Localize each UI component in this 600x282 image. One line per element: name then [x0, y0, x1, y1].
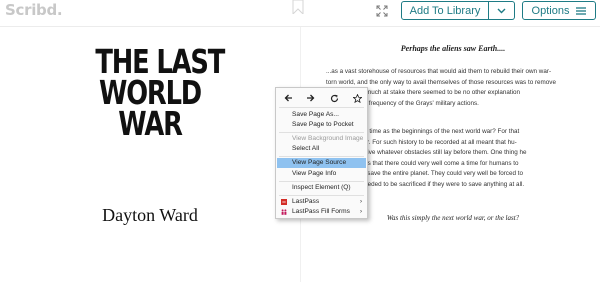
menu-separator	[279, 195, 364, 196]
menu-separator	[279, 132, 364, 133]
menu-item-view-background-image: View Background Image	[292, 135, 364, 142]
book-cover-author: Dayton Ward	[102, 205, 198, 225]
menu-item-inspect-element[interactable]: Inspect Element (Q)	[277, 183, 366, 193]
hamburger-icon	[576, 6, 587, 15]
menu-item-select-all[interactable]: Select All	[277, 144, 366, 154]
options-label: Options	[531, 4, 570, 17]
book-cover-title: THE LAST WORLD WAR	[95, 45, 225, 143]
back-arrow-icon	[284, 94, 292, 102]
cover-title-line: WAR	[118, 104, 183, 143]
star-icon	[352, 93, 362, 103]
reload-icon	[330, 94, 338, 102]
bookmark-icon[interactable]	[290, 0, 306, 14]
reload-button[interactable]	[326, 91, 342, 105]
menu-item-label: LastPass	[292, 198, 320, 205]
chevron-right-icon: ›	[360, 199, 362, 205]
lastpass-icon	[281, 199, 287, 205]
menu-separator	[279, 107, 364, 108]
top-toolbar: Scribd. Add To Library Options	[0, 0, 600, 26]
back-button[interactable]	[280, 91, 296, 105]
menu-item-view-page-source[interactable]: View Page Source	[277, 158, 366, 168]
menu-separator	[279, 156, 364, 157]
scribd-logo[interactable]: Scribd.	[5, 1, 63, 19]
forward-arrow-icon	[306, 94, 314, 102]
chevron-down-icon	[497, 8, 506, 13]
menu-separator	[279, 181, 364, 182]
menu-item-lastpass[interactable]: LastPass ›	[277, 197, 366, 207]
bookmark-page-button[interactable]	[349, 91, 365, 105]
forward-button[interactable]	[302, 91, 318, 105]
fill-forms-icon	[281, 209, 287, 215]
page-heading: Perhaps the aliens saw Earth....	[400, 44, 506, 53]
chevron-right-icon: ›	[360, 209, 362, 215]
menu-item-view-page-info[interactable]: View Page Info	[277, 169, 366, 179]
menu-item-lastpass-fill-forms[interactable]: LastPass Fill Forms ›	[277, 207, 366, 217]
library-dropdown-button[interactable]	[489, 1, 515, 20]
options-button[interactable]: Options	[522, 1, 596, 20]
menu-item-save-page-as[interactable]: Save Page As...	[277, 110, 366, 120]
expand-icon[interactable]	[376, 5, 388, 17]
add-to-library-label: Add To Library	[409, 4, 481, 17]
text-line: ...as a vast storehouse of resources tha…	[326, 68, 552, 75]
context-menu: Save Page As... Save Page to Pocket View…	[275, 87, 368, 219]
add-to-library-button[interactable]: Add To Library	[401, 1, 489, 20]
menu-item-label: LastPass Fill Forms	[292, 208, 350, 215]
context-menu-nav	[276, 91, 367, 105]
menu-item-save-to-pocket[interactable]: Save Page to Pocket	[277, 120, 366, 130]
